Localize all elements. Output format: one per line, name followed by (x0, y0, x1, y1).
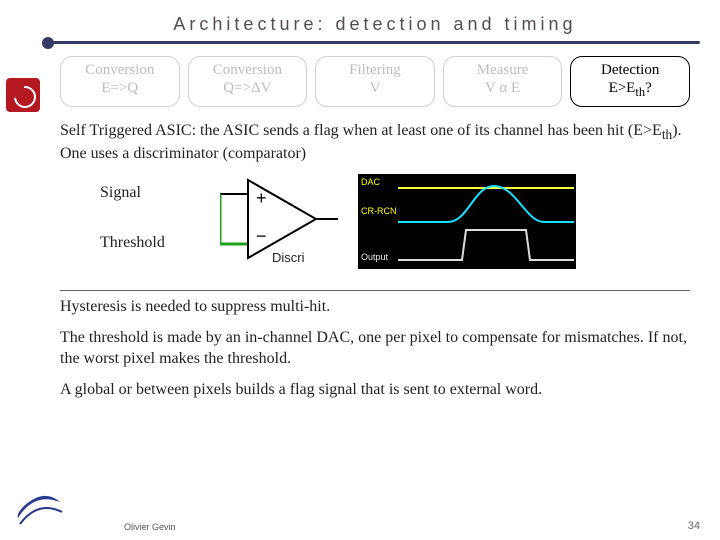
scope-plot: DAC CR-RCN Output (358, 174, 576, 269)
para-hysteresis: Hysteresis is needed to suppress multi-h… (60, 297, 690, 318)
discri-label: Discri (272, 250, 305, 265)
stage-conversion-qv: Conversion Q=>ΔV (188, 56, 308, 107)
cea-logo (6, 78, 46, 118)
stage-filtering: Filtering V (315, 56, 435, 107)
pipeline: Conversion E=>Q Conversion Q=>ΔV Filteri… (60, 52, 690, 117)
threshold-label: Threshold (100, 234, 165, 252)
divider (60, 290, 690, 291)
page-number: 34 (688, 520, 700, 532)
stage-conversion-eq: Conversion E=>Q (60, 56, 180, 107)
para-threshold-dac: The threshold is made by an in-channel D… (60, 328, 690, 370)
title-rule (50, 41, 700, 44)
stage-detection-line2: E>Eth? (575, 79, 685, 100)
scope-output-label: Output (361, 252, 388, 262)
para-self-triggered: Self Triggered ASIC: the ASIC sends a fl… (60, 121, 690, 164)
comparator-symbol: + − Discri (220, 174, 340, 274)
discriminator-diagram: Signal Threshold + − Discri DAC CR-RCN O… (60, 174, 690, 282)
stage-detection: Detection E>Eth? (570, 56, 690, 107)
footer: Olivier Gevin 34 (0, 488, 720, 532)
irfu-logo (14, 488, 64, 532)
minus-icon: − (256, 226, 267, 246)
author: Olivier Gevin (124, 522, 176, 532)
slide-title: Architecture: detection and timing (60, 10, 690, 41)
signal-label: Signal (100, 184, 141, 202)
plus-icon: + (256, 188, 267, 208)
stage-measure: Measure V α E (443, 56, 563, 107)
scope-crrc-label: CR-RCN (361, 206, 397, 216)
para-global-flag: A global or between pixels builds a flag… (60, 380, 690, 401)
scope-dac-label: DAC (361, 177, 380, 187)
